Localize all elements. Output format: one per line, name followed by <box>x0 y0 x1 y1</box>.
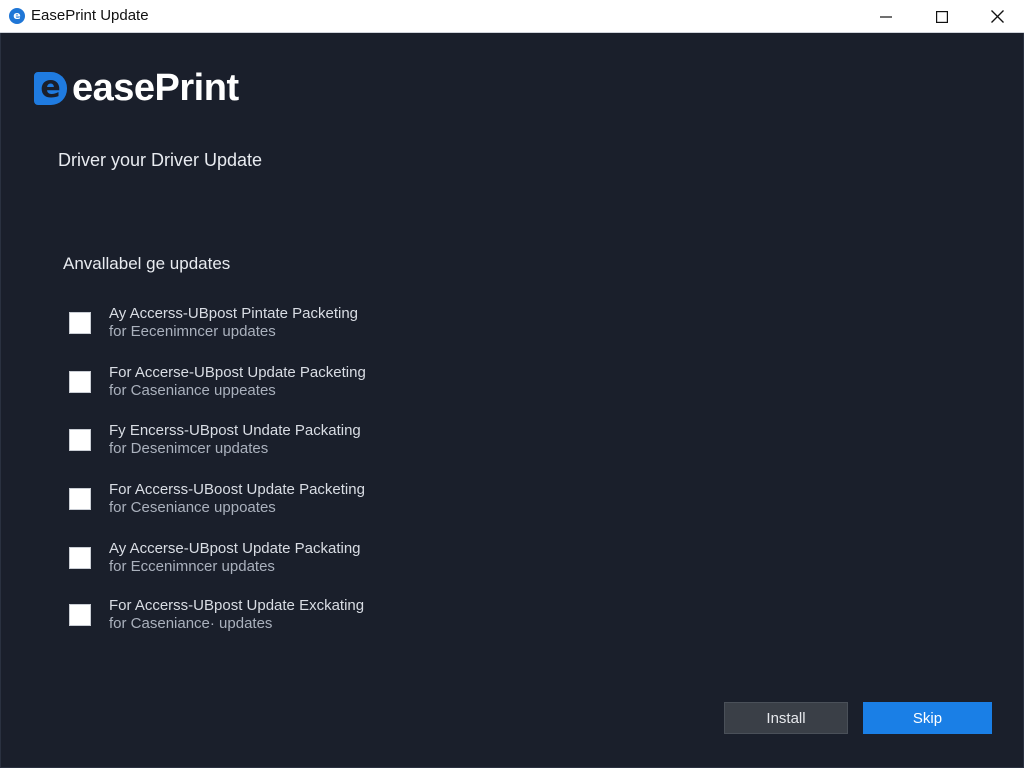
update-item[interactable]: Ay Accerse-UBpost Update Packating for E… <box>69 540 409 580</box>
maximize-icon <box>936 10 948 23</box>
update-subtitle: for Eecenimncer updates <box>109 323 276 340</box>
title-bar: e EasePrint Update <box>0 0 1024 33</box>
update-item[interactable]: Fy Encerss-UBpost Undate Packating for D… <box>69 422 409 462</box>
update-subtitle: for Ceseniance uppoates <box>109 499 276 516</box>
update-checkbox[interactable] <box>69 312 91 334</box>
easeprint-logo: e easePrint <box>34 66 239 109</box>
window-title: EasePrint Update <box>31 7 149 24</box>
close-icon <box>990 10 1004 23</box>
logo-mark-icon: e <box>34 71 67 105</box>
install-button[interactable]: Install <box>724 702 848 734</box>
skip-button[interactable]: Skip <box>863 702 992 734</box>
update-window: e easePrint Driver your Driver Update An… <box>0 33 1024 768</box>
update-checkbox[interactable] <box>69 371 91 393</box>
maximize-button[interactable] <box>914 0 970 33</box>
update-title: Fy Encerss-UBpost Undate Packating <box>109 422 361 439</box>
update-subtitle: for Desenimcer updates <box>109 440 269 457</box>
update-title: For Accerse-UBpost Update Packeting <box>109 364 366 381</box>
update-title: For Accerss-UBoost Update Packeting <box>109 481 365 498</box>
minimize-button[interactable] <box>858 0 914 33</box>
update-subtitle: for Caseniance· updates <box>109 615 273 632</box>
easeprint-app-icon: e <box>9 8 25 24</box>
logo-text: easePrint <box>72 66 239 109</box>
page-heading: Driver your Driver Update <box>58 150 263 170</box>
minimize-icon <box>880 15 892 18</box>
update-checkbox[interactable] <box>69 547 91 569</box>
update-item[interactable]: Ay Accerss-UBpost Pintate Packeting for … <box>69 305 409 345</box>
update-title: For Accerss-UBpost Update Exckating <box>109 597 365 614</box>
update-item[interactable]: For Accerse-UBpost Update Packeting for … <box>69 364 409 404</box>
update-item[interactable]: For Accerss-UBoost Update Packeting for … <box>69 481 409 521</box>
update-checkbox[interactable] <box>69 429 91 451</box>
available-updates-title: Anvallabel ge updates <box>63 254 231 273</box>
update-subtitle: for Eccenimncer updates <box>109 558 275 575</box>
update-checkbox[interactable] <box>69 488 91 510</box>
update-title: Ay Accerss-UBpost Pintate Packeting <box>109 305 359 322</box>
close-button[interactable] <box>969 0 1024 33</box>
update-title: Ay Accerse-UBpost Update Packating <box>109 540 361 557</box>
update-item[interactable]: For Accerss-UBpost Update Exckating for … <box>69 597 409 637</box>
update-subtitle: for Caseniance uppeates <box>109 382 276 399</box>
update-checkbox[interactable] <box>69 604 91 626</box>
